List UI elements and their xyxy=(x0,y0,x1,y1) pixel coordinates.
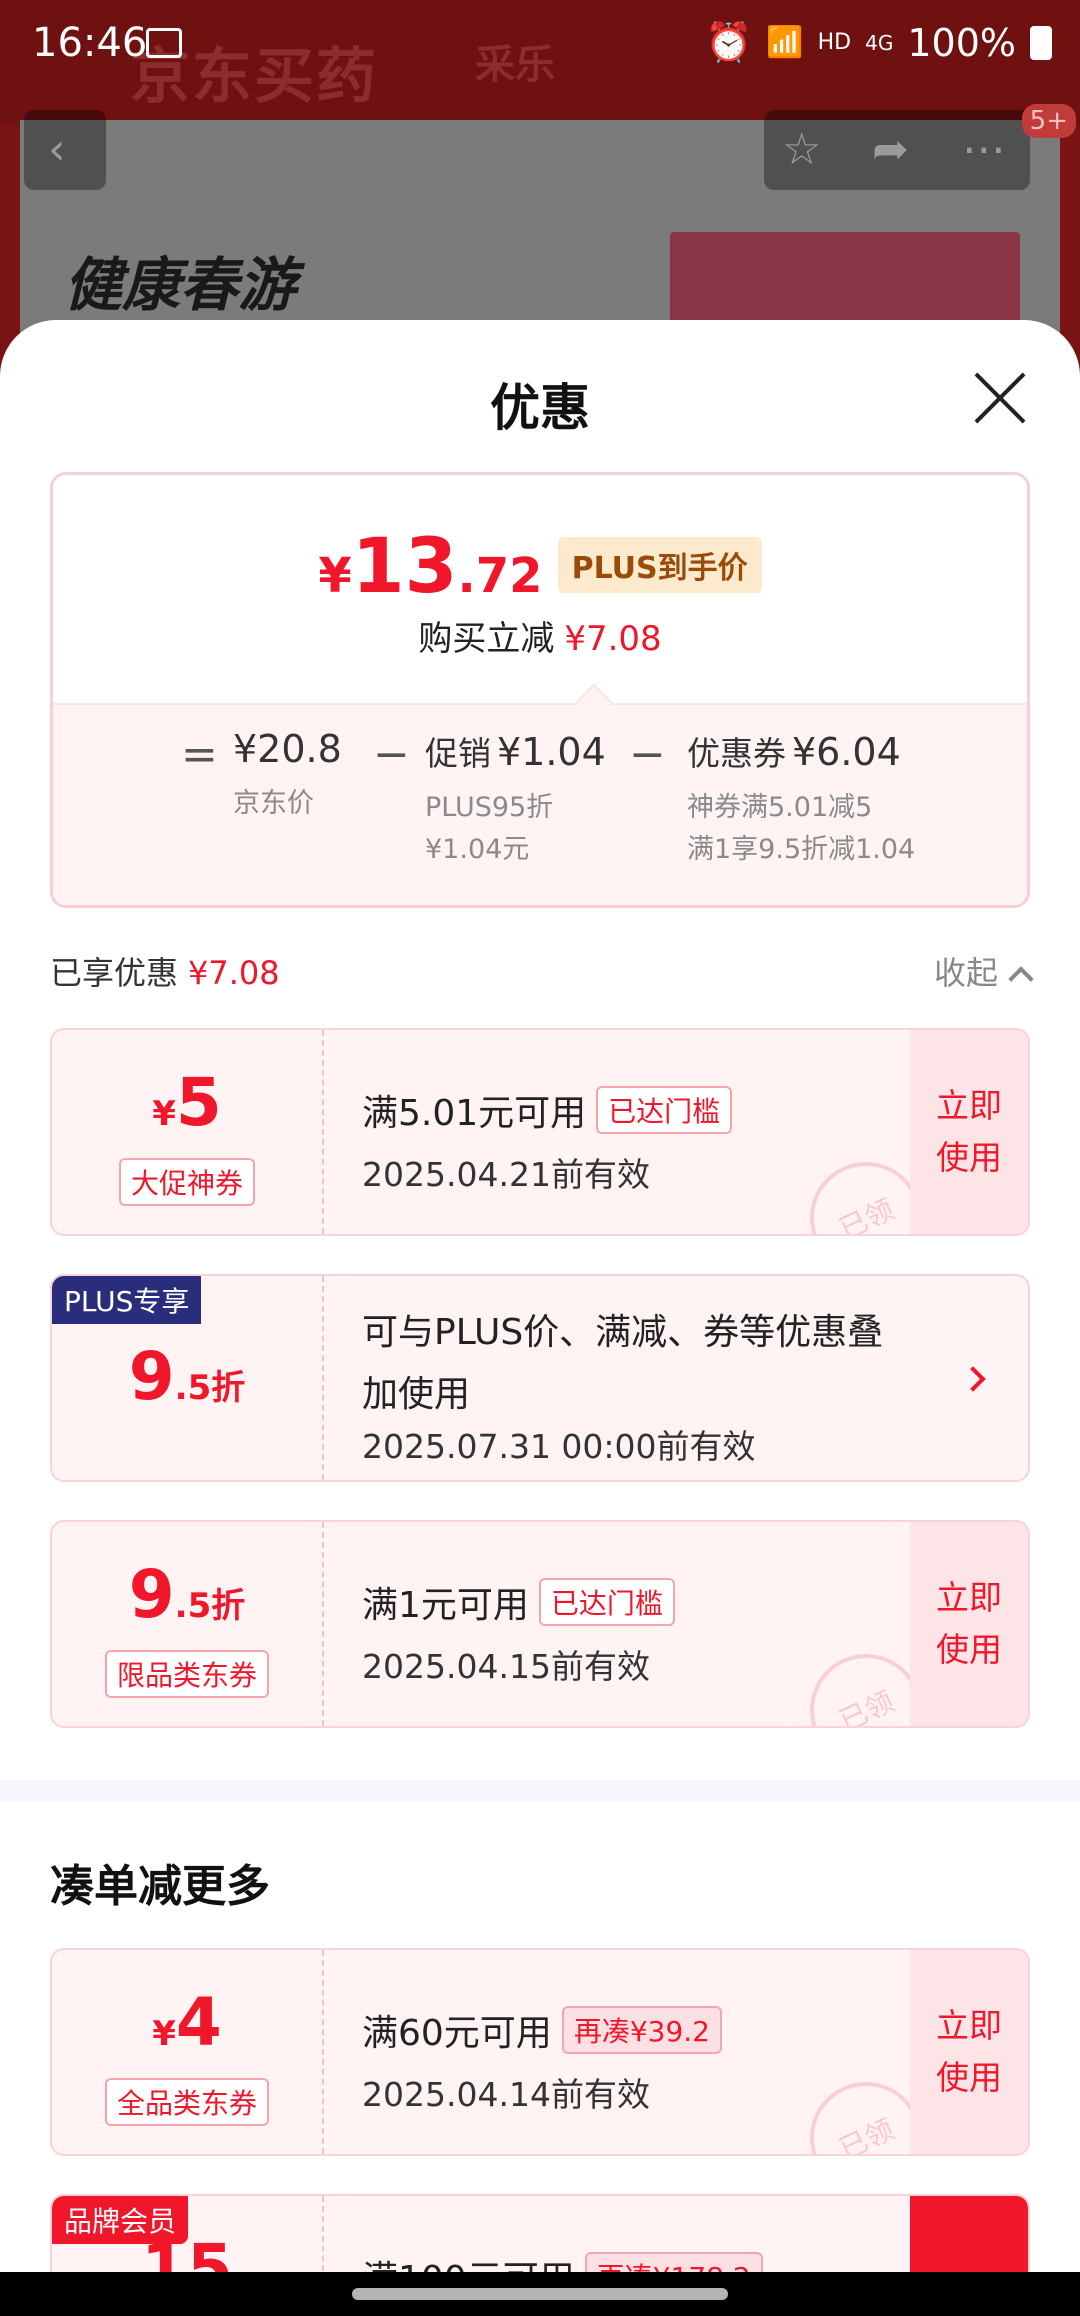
jd-price-col: ¥20.8 京东价 xyxy=(233,727,342,825)
threshold-badge: 已达门槛 xyxy=(538,1578,675,1626)
remaining-badge: 再凑¥39.2 xyxy=(561,2006,722,2054)
close-icon[interactable] xyxy=(972,370,1028,426)
enjoyed-discount-row: 已享优惠 ¥7.08 收起 xyxy=(50,948,1034,1004)
enjoyed-amount: ¥7.08 xyxy=(188,954,280,992)
wifi-icon: 📶 xyxy=(766,25,804,60)
instant-discount: 购买立减 ¥7.08 xyxy=(53,611,1027,660)
chevron-left-icon: ‹ xyxy=(48,124,66,175)
use-now-button[interactable]: 立即使用 xyxy=(910,1522,1028,1726)
coupon-amount: 5 xyxy=(175,1064,222,1141)
coupon-sub-1: 神券满5.01减5 xyxy=(687,792,873,823)
chevron-up-icon xyxy=(1008,966,1034,992)
final-price: ¥13.72 PLUS到手价 xyxy=(53,521,1027,610)
more-discount-title: 凑单减更多 xyxy=(50,1861,270,1912)
use-now-button[interactable]: 立即使用 xyxy=(910,1950,1028,2154)
coupon-value: ¥4 xyxy=(52,1984,322,2061)
plus-description: 可与PLUS价、满减、券等优惠叠加使用 xyxy=(362,1312,884,1415)
network-label: HD xyxy=(817,30,852,55)
price-integer: 13 xyxy=(351,521,458,610)
status-icons: ⏰ 📶 HD 4G 100% xyxy=(705,20,1052,65)
promo-sub-1: PLUS95折 xyxy=(425,792,554,823)
coupon-type: 限品类东券 xyxy=(104,1650,270,1698)
instant-label: 购买立减 xyxy=(418,619,555,659)
price-currency: ¥ xyxy=(318,548,352,604)
share-icon[interactable]: ➦ xyxy=(872,110,909,190)
jd-price-label: 京东价 xyxy=(233,788,314,819)
price-decimal: .72 xyxy=(457,548,543,604)
coupon-discount-unit: .5折 xyxy=(174,1368,246,1408)
coupon-condition: 满5.01元可用 xyxy=(362,1093,587,1134)
coupon-info: 满60元可用 再凑¥39.2 2025.04.14前有效 xyxy=(362,2004,898,2116)
coupon-card: ¥5 大促神券 满5.01元可用 已达门槛 2025.04.21前有效 已领 立即… xyxy=(50,1028,1030,1236)
coupon-condition: 满1元可用 xyxy=(362,1585,529,1626)
gallery-icon xyxy=(146,28,182,58)
threshold-badge: 已达门槛 xyxy=(596,1086,733,1134)
status-bar: 16:46 ⏰ 📶 HD 4G 100% xyxy=(0,0,1080,95)
coupon-expiry: 2025.07.31 00:00前有效 xyxy=(362,1427,756,1466)
instant-amount: ¥7.08 xyxy=(564,619,662,659)
price-top: ¥13.72 PLUS到手价 购买立减 ¥7.08 xyxy=(53,475,1027,703)
coupon-amount: ¥6.04 xyxy=(792,730,901,774)
promo-label: 促销 xyxy=(425,734,491,773)
coupon-info: 满1元可用 已达门槛 2025.04.15前有效 xyxy=(362,1576,898,1688)
nav-actions: ☆ ➦ ⋯ xyxy=(764,110,1030,190)
coupon-sub-2: 满1享9.5折减1.04 xyxy=(687,834,916,865)
collapse-label: 收起 xyxy=(933,954,998,992)
coupon-currency: ¥ xyxy=(152,2014,176,2054)
sheet-title: 优惠 xyxy=(490,379,590,437)
enjoyed-label: 已享优惠 xyxy=(50,954,179,992)
jd-price: ¥20.8 xyxy=(233,727,342,771)
battery-icon xyxy=(1030,25,1052,60)
coupon-discount-unit: .5折 xyxy=(174,1586,246,1626)
cart-badge: 5+ xyxy=(1021,104,1076,138)
coupon-card: 9.5折 限品类东券 满1元可用 已达门槛 2025.04.15前有效 已领 立即… xyxy=(50,1520,1030,1728)
coupon-label: 优惠券 xyxy=(687,734,786,773)
coupon-currency: ¥ xyxy=(152,1094,176,1134)
promo-sub-2: ¥1.04元 xyxy=(425,834,530,865)
promo-col: 促销 ¥1.04 PLUS95折 ¥1.04元 xyxy=(425,727,606,871)
coupon-type: 全品类东券 xyxy=(104,2078,270,2126)
alarm-icon: ⏰ xyxy=(704,20,753,64)
price-summary-card: ¥13.72 PLUS到手价 购买立减 ¥7.08 = ¥20.8 京东价 − 促… xyxy=(50,472,1030,908)
chevron-right-icon xyxy=(960,1366,986,1392)
promo-amount: ¥1.04 xyxy=(497,730,606,774)
minus-sign-1: − xyxy=(373,729,410,780)
coupon-value: 9.5折 xyxy=(52,1338,322,1415)
background-slogan: 健康春游 xyxy=(64,251,297,319)
coupon-sub: 神券满5.01减5 满1享9.5折减1.04 xyxy=(687,787,915,871)
signal-label: 4G xyxy=(865,30,894,55)
star-icon[interactable]: ☆ xyxy=(782,110,821,190)
coupon-col: 优惠券 ¥6.04 神券满5.01减5 满1享9.5折减1.04 xyxy=(687,727,915,871)
home-indicator[interactable] xyxy=(352,2288,728,2300)
discount-sheet: 优惠 ¥13.72 PLUS到手价 购买立减 ¥7.08 = ¥20.8 京东价 … xyxy=(0,320,1080,2316)
coupon-value-area: ¥5 大促神券 xyxy=(52,1030,324,1234)
battery-percent: 100% xyxy=(907,20,1016,65)
plus-discount-card[interactable]: 9.5折 PLUS专享 可与PLUS价、满减、券等优惠叠加使用 2025.07.… xyxy=(50,1274,1030,1482)
plus-price-tag: PLUS到手价 xyxy=(557,537,762,593)
coupon-amount: 9 xyxy=(128,1338,175,1415)
brand-member-tag: 品牌会员 xyxy=(52,2196,189,2244)
equals-sign: = xyxy=(181,729,218,780)
back-button[interactable]: ‹ xyxy=(24,110,106,190)
coupon-info: 满5.01元可用 已达门槛 2025.04.21前有效 xyxy=(362,1084,898,1196)
section-divider xyxy=(0,1780,1080,1802)
coupon-amount: 4 xyxy=(175,1984,222,2061)
coupon-value: 9.5折 xyxy=(52,1556,322,1633)
coupon-value: ¥5 xyxy=(52,1064,322,1141)
use-now-button[interactable]: 立即使用 xyxy=(910,1030,1028,1234)
minus-sign-2: − xyxy=(629,729,666,780)
more-icon[interactable]: ⋯ xyxy=(962,110,1006,190)
promo-sub: PLUS95折 ¥1.04元 xyxy=(425,787,606,871)
coupon-card: ¥4 全品类东券 满60元可用 再凑¥39.2 2025.04.14前有效 已领 … xyxy=(50,1948,1030,2156)
coupon-type: 大促神券 xyxy=(118,1158,256,1206)
coupon-condition: 满60元可用 xyxy=(362,2013,552,2054)
plus-exclusive-tag: PLUS专享 xyxy=(52,1276,202,1324)
coupon-value-area: 9.5折 限品类东券 xyxy=(52,1522,324,1726)
coupon-value-area: ¥4 全品类东券 xyxy=(52,1950,324,2154)
status-time: 16:46 xyxy=(32,20,148,66)
collapse-button[interactable]: 收起 xyxy=(933,948,1034,994)
coupon-amount: 9 xyxy=(128,1556,175,1633)
